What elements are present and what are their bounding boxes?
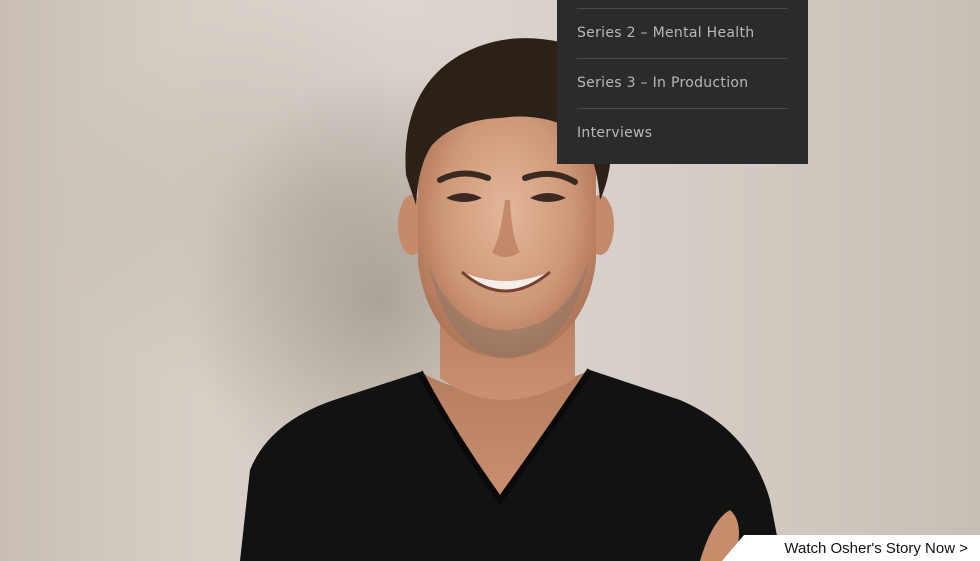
menu-item-series-2[interactable]: Series 2 – Mental Health bbox=[577, 9, 788, 59]
page: Series 2 – Mental Health Series 3 – In P… bbox=[0, 0, 980, 561]
menu-item-interviews[interactable]: Interviews bbox=[577, 109, 788, 158]
hero-banner bbox=[0, 0, 980, 561]
menu-item-series-3[interactable]: Series 3 – In Production bbox=[577, 59, 788, 109]
watch-story-label: Watch Osher's Story Now > bbox=[784, 539, 968, 557]
nav-dropdown-menu: Series 2 – Mental Health Series 3 – In P… bbox=[557, 0, 808, 164]
watch-story-button[interactable]: Watch Osher's Story Now > bbox=[722, 535, 980, 561]
portrait-photo bbox=[190, 38, 782, 561]
